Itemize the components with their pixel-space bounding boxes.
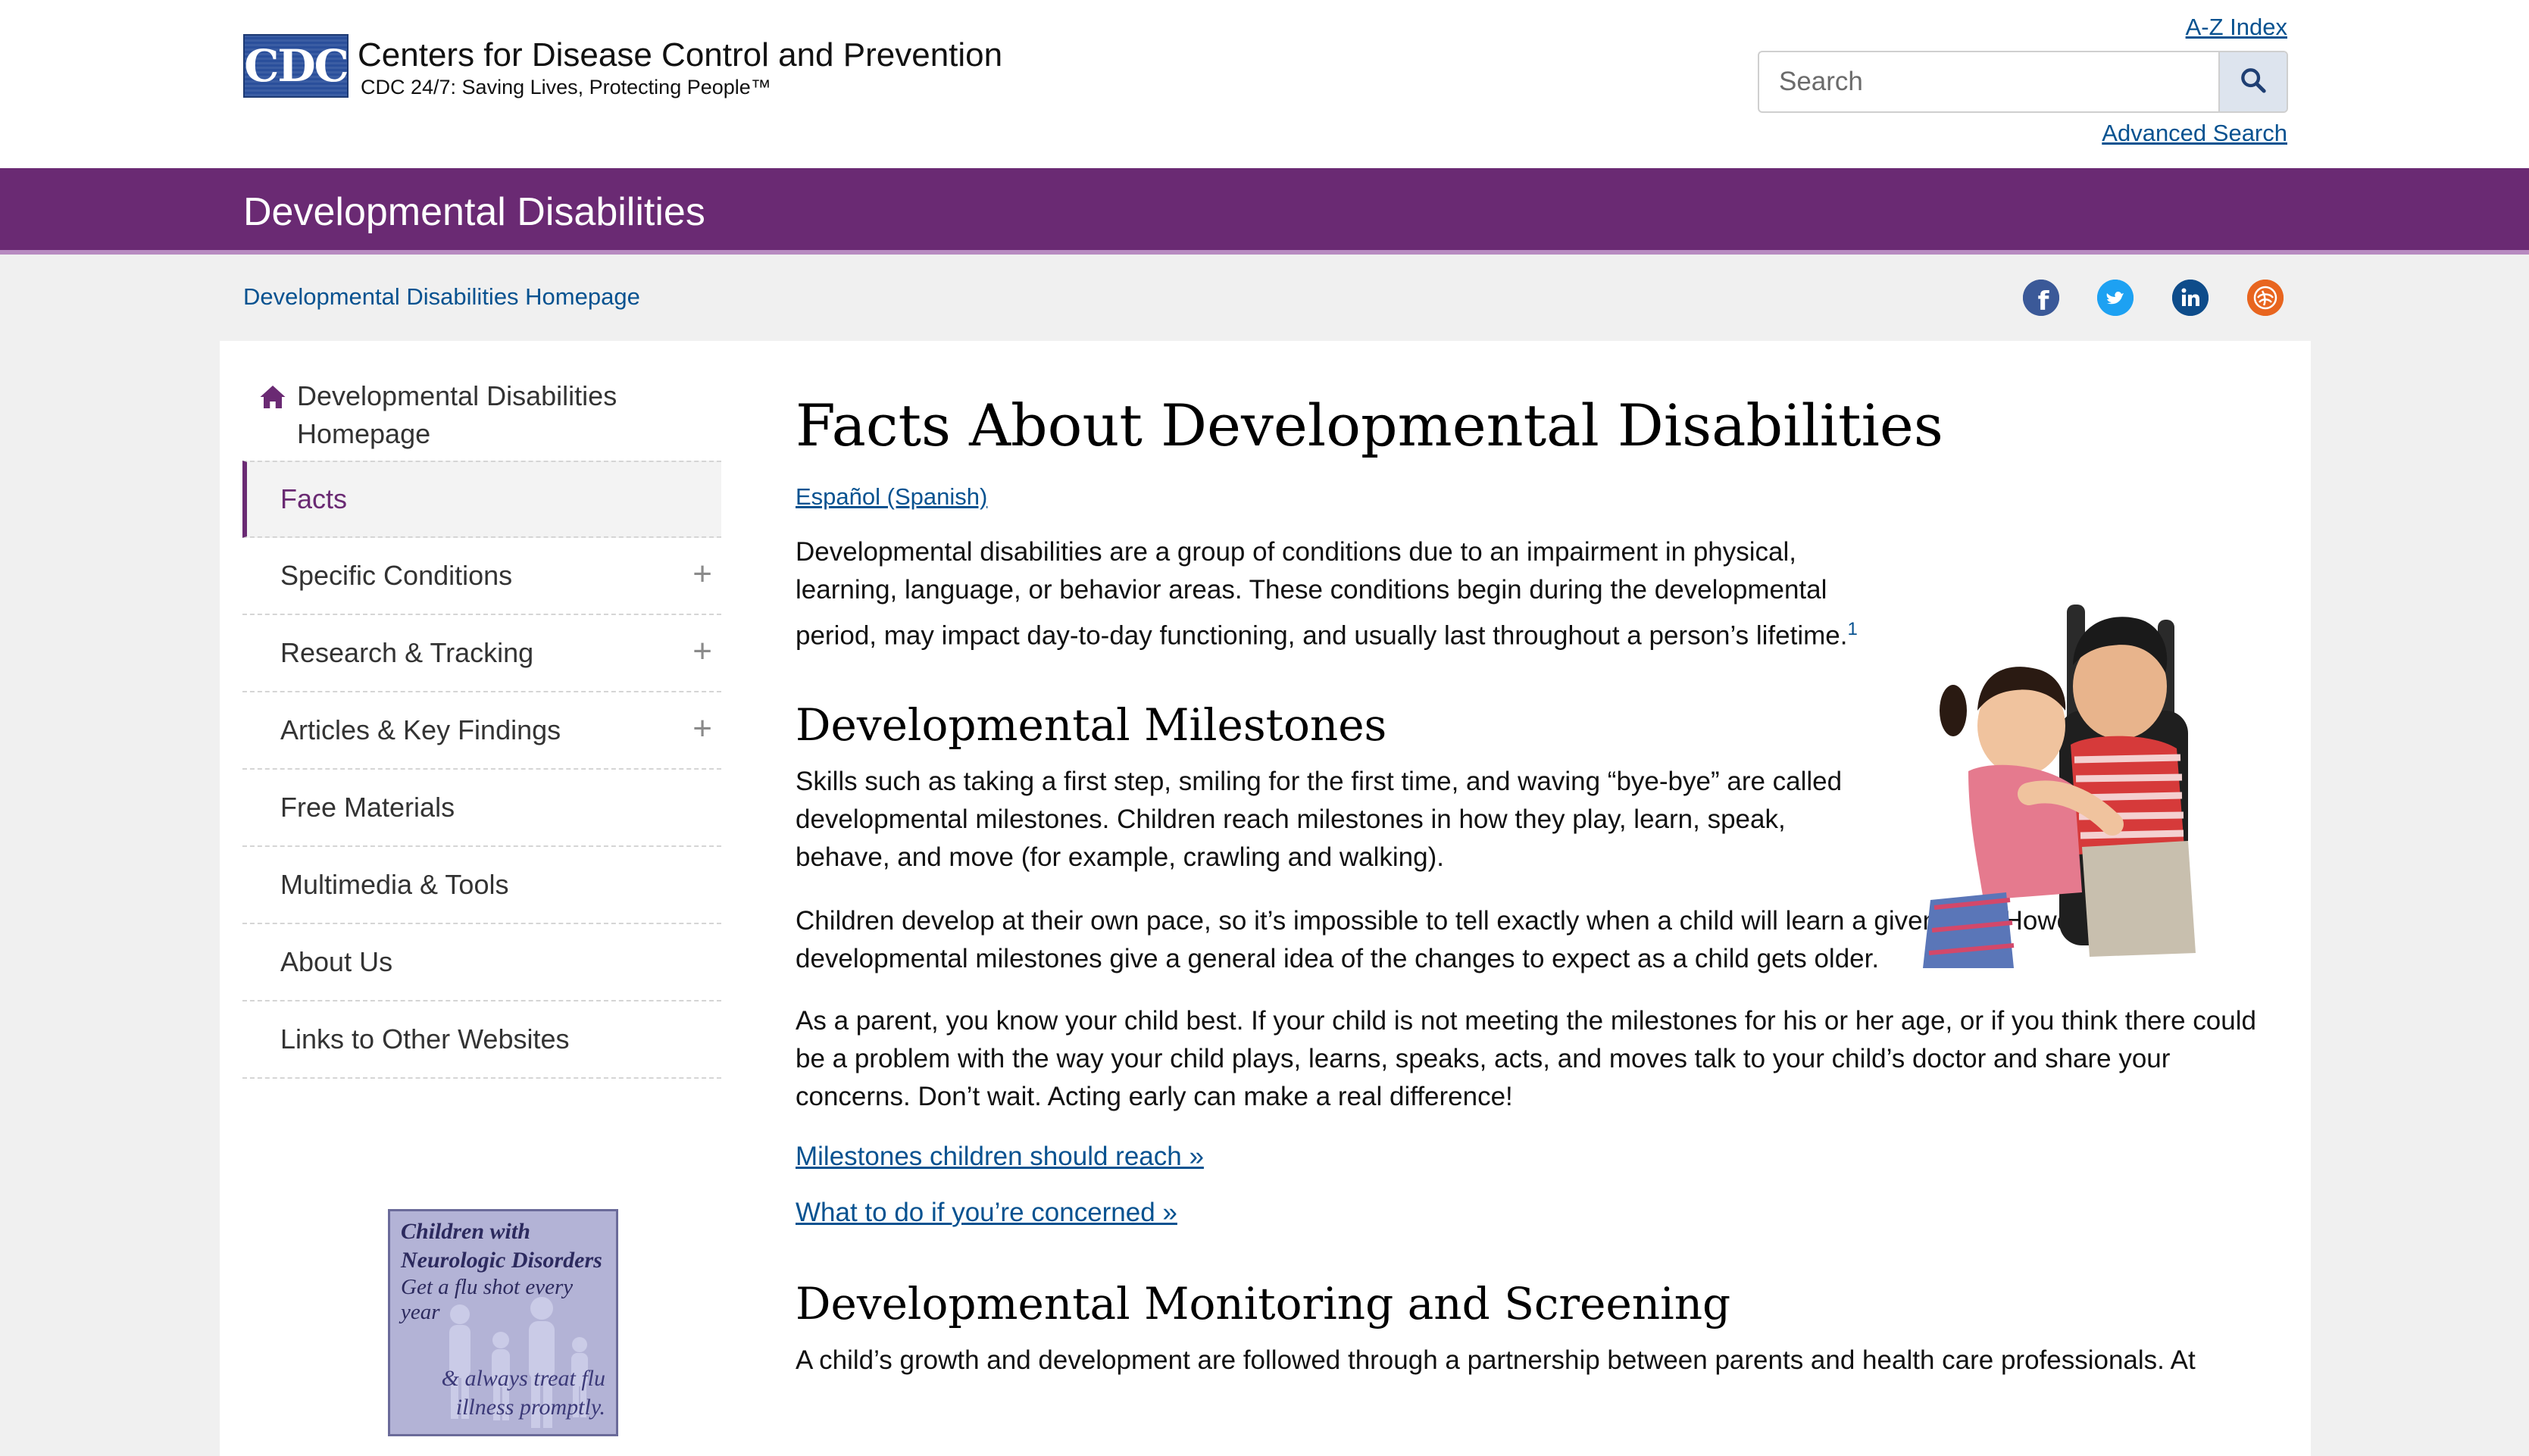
sidebar-home-label: Developmental Disabilities Homepage xyxy=(297,380,617,449)
breadcrumb-home-link[interactable]: Developmental Disabilities Homepage xyxy=(243,283,640,311)
expand-icon[interactable]: + xyxy=(692,712,712,745)
search-icon xyxy=(2238,65,2268,99)
tagline: CDC 24/7: Saving Lives, Protecting Peopl… xyxy=(361,76,771,98)
az-index-link[interactable]: A-Z Index xyxy=(2186,14,2287,41)
cdc-logo[interactable]: CDC xyxy=(243,34,349,98)
sidebar-item-facts[interactable]: Facts xyxy=(242,461,721,538)
sidebar-item-specific-conditions[interactable]: Specific Conditions + xyxy=(242,538,721,615)
milestones-paragraph: Skills such as taking a first step, smil… xyxy=(796,766,1843,872)
linkedin-icon[interactable] xyxy=(2172,280,2209,316)
sidebar-item-label: Research & Tracking xyxy=(280,637,534,668)
main-content: Facts About Developmental Disabilities E… xyxy=(796,388,2265,1379)
site-title[interactable]: Developmental Disabilities xyxy=(243,189,705,235)
sidebar-item-label: Articles & Key Findings xyxy=(280,714,561,745)
sidebar-item-multimedia-tools[interactable]: Multimedia & Tools xyxy=(242,847,721,924)
footnote-link[interactable]: 1 xyxy=(1847,619,1857,639)
children-photo xyxy=(1915,597,2211,968)
badge-heading: Children with Neurologic Disorders xyxy=(401,1217,602,1275)
sidebar-item-label: Multimedia & Tools xyxy=(280,869,509,900)
search-box xyxy=(1758,51,2288,113)
facebook-icon[interactable]: f xyxy=(2023,280,2059,316)
sidebar-item-label: Specific Conditions xyxy=(280,560,513,591)
page-title: Facts About Developmental Disabilities xyxy=(796,392,1943,459)
search-input[interactable] xyxy=(1759,52,2221,111)
sidebar-item-links-other-websites[interactable]: Links to Other Websites xyxy=(242,1001,721,1079)
sidebar-home-link[interactable]: Developmental Disabilities Homepage xyxy=(242,377,721,461)
parent-paragraph: As a parent, you know your child best. I… xyxy=(796,1005,2256,1111)
badge-line: Get a flu shot every year xyxy=(401,1275,574,1324)
home-icon xyxy=(259,382,286,420)
sidebar-item-about-us[interactable]: About Us xyxy=(242,924,721,1001)
expand-icon[interactable]: + xyxy=(692,558,712,591)
sidebar-nav: Developmental Disabilities Homepage Fact… xyxy=(242,377,721,1436)
site-title-bar: Developmental Disabilities xyxy=(0,168,2529,255)
badge-line: illness promptly. xyxy=(455,1395,605,1420)
spanish-language-link[interactable]: Español (Spanish) xyxy=(796,483,2265,511)
badge-line: Children with xyxy=(401,1219,530,1244)
sidebar-item-label: Facts xyxy=(280,483,348,514)
concerned-link[interactable]: What to do if you’re concerned » xyxy=(796,1198,2265,1228)
search-button[interactable] xyxy=(2218,52,2287,111)
sidebar-item-label: Links to Other Websites xyxy=(280,1023,570,1055)
org-name[interactable]: Centers for Disease Control and Preventi… xyxy=(358,36,1002,74)
flu-shot-promo-image[interactable]: Children with Neurologic Disorders Get a… xyxy=(388,1209,618,1436)
monitoring-heading: Developmental Monitoring and Screening xyxy=(796,1277,1731,1329)
main-card: Developmental Disabilities Homepage Fact… xyxy=(220,341,2311,1456)
sidebar-item-label: Free Materials xyxy=(280,792,455,823)
badge-line: Neurologic Disorders xyxy=(401,1248,602,1273)
intro-text: Developmental disabilities are a group o… xyxy=(796,537,1848,651)
syndicate-icon[interactable] xyxy=(2247,280,2284,316)
sidebar-item-research-tracking[interactable]: Research & Tracking + xyxy=(242,615,721,692)
site-header: CDC Centers for Disease Control and Prev… xyxy=(0,0,2529,168)
advanced-search-link[interactable]: Advanced Search xyxy=(2102,120,2287,147)
sidebar-item-articles-key-findings[interactable]: Articles & Key Findings + xyxy=(242,692,721,770)
badge-line: & always treat flu xyxy=(441,1366,605,1391)
badge-footer: & always treat flu illness promptly. xyxy=(442,1364,605,1422)
monitoring-paragraph: A child’s growth and development are fol… xyxy=(796,1345,2196,1375)
sidebar-item-label: About Us xyxy=(280,946,393,977)
expand-icon[interactable]: + xyxy=(692,635,712,668)
sidebar-item-free-materials[interactable]: Free Materials xyxy=(242,770,721,847)
intro-paragraph: Developmental disabilities are a group o… xyxy=(796,533,1864,655)
milestones-link[interactable]: Milestones children should reach » xyxy=(796,1142,2265,1172)
svg-text:f: f xyxy=(2038,286,2050,316)
twitter-icon[interactable] xyxy=(2097,280,2134,316)
